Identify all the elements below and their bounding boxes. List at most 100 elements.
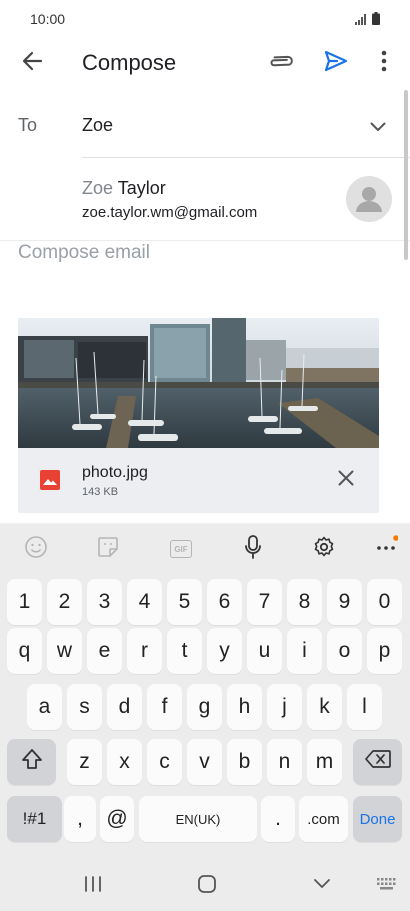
key[interactable]: d — [107, 684, 142, 730]
key[interactable]: 4 — [127, 579, 162, 625]
attachment-file-name: photo.jpg — [82, 464, 148, 481]
key[interactable]: 3 — [87, 579, 122, 625]
status-bar: 10:00 — [0, 0, 410, 38]
suggestion-name: Zoe Taylor — [82, 178, 166, 198]
key[interactable]: e — [87, 628, 122, 674]
key[interactable]: x — [107, 739, 142, 785]
key[interactable]: i — [287, 628, 322, 674]
home-button[interactable] — [192, 871, 222, 901]
key[interactable]: q — [7, 628, 42, 674]
recent-apps-icon — [83, 875, 103, 898]
space-key[interactable]: EN(UK) — [139, 796, 257, 842]
paperclip-icon — [269, 48, 295, 79]
key[interactable]: g — [187, 684, 222, 730]
key[interactable]: m — [307, 739, 342, 785]
backspace-key[interactable] — [353, 739, 402, 785]
key[interactable]: w — [47, 628, 82, 674]
backspace-icon — [364, 750, 391, 774]
key[interactable]: 2 — [47, 579, 82, 625]
to-label: To — [18, 115, 38, 135]
suggestion-email: zoe.taylor.wm@gmail.com — [82, 204, 258, 221]
key[interactable]: 1 — [7, 579, 42, 625]
settings-icon — [312, 535, 336, 564]
more-options-button[interactable] — [364, 38, 404, 88]
gif-icon: GIF — [170, 540, 192, 558]
key[interactable]: l — [347, 684, 382, 730]
status-time: 10:00 — [30, 11, 66, 27]
gif-label: GIF — [174, 544, 188, 554]
to-input[interactable]: Zoe — [82, 115, 113, 136]
key[interactable]: a — [27, 684, 62, 730]
signal-icon — [355, 12, 367, 30]
shift-key[interactable] — [7, 739, 56, 785]
keyboard: GIF 1 2 3 4 5 6 7 8 9 0 q w e r t y u i … — [0, 523, 410, 911]
key[interactable]: o — [327, 628, 362, 674]
comma-key[interactable]: , — [64, 796, 96, 842]
at-key[interactable]: @ — [100, 796, 134, 842]
divider — [82, 157, 410, 158]
key[interactable]: y — [207, 628, 242, 674]
navigation-bar — [0, 861, 410, 911]
key[interactable]: t — [167, 628, 202, 674]
key[interactable]: r — [127, 628, 162, 674]
shift-icon — [21, 748, 43, 776]
emoji-icon — [24, 535, 48, 564]
key[interactable]: z — [67, 739, 102, 785]
keyboard-toolbar: GIF — [0, 523, 410, 573]
send-icon — [323, 49, 349, 78]
key[interactable]: v — [187, 739, 222, 785]
recent-apps-button[interactable] — [78, 871, 108, 901]
chevron-down-icon — [370, 119, 386, 137]
attachment-preview-image — [18, 318, 379, 448]
close-icon — [338, 470, 354, 491]
key[interactable]: p — [367, 628, 402, 674]
sticker-button[interactable] — [94, 535, 122, 563]
keyboard-settings-button[interactable] — [310, 535, 338, 563]
period-key[interactable]: . — [261, 796, 295, 842]
key[interactable]: u — [247, 628, 282, 674]
key[interactable]: 6 — [207, 579, 242, 625]
back-button[interactable] — [12, 38, 52, 88]
keyboard-icon — [376, 877, 398, 896]
attachment-file-size: 143 KB — [82, 486, 119, 498]
attachment-card[interactable]: photo.jpg 143 KB — [18, 318, 379, 513]
key[interactable]: 7 — [247, 579, 282, 625]
key[interactable]: s — [67, 684, 102, 730]
emoji-button[interactable] — [22, 535, 50, 563]
key[interactable]: 5 — [167, 579, 202, 625]
expand-recipients-button[interactable] — [364, 114, 392, 142]
key[interactable]: f — [147, 684, 182, 730]
key[interactable]: 0 — [367, 579, 402, 625]
dotcom-key[interactable]: .com — [299, 796, 348, 842]
page-title: Compose — [82, 50, 177, 75]
key[interactable]: j — [267, 684, 302, 730]
key[interactable]: n — [267, 739, 302, 785]
scrollbar[interactable] — [404, 90, 408, 260]
key[interactable]: h — [227, 684, 262, 730]
key[interactable]: k — [307, 684, 342, 730]
keyboard-switch-button[interactable] — [372, 871, 402, 901]
image-file-icon — [40, 470, 60, 490]
keyboard-more-button[interactable] — [372, 534, 400, 564]
attach-button[interactable] — [262, 38, 302, 88]
chevron-down-icon — [313, 877, 331, 895]
voice-input-button[interactable] — [239, 534, 267, 563]
remove-attachment-button[interactable] — [332, 466, 360, 494]
back-nav-button[interactable] — [307, 871, 337, 901]
back-arrow-icon — [21, 50, 43, 77]
send-button[interactable] — [316, 38, 356, 88]
symbols-key[interactable]: !#1 — [7, 796, 62, 842]
key[interactable]: 8 — [287, 579, 322, 625]
battery-icon — [372, 12, 380, 30]
compose-body-input[interactable]: Compose email — [18, 242, 150, 264]
key[interactable]: c — [147, 739, 182, 785]
contact-suggestion[interactable]: Zoe Taylor zoe.taylor.wm@gmail.com — [0, 170, 410, 232]
gif-button[interactable]: GIF — [167, 535, 195, 563]
sticker-icon — [96, 535, 120, 564]
key[interactable]: b — [227, 739, 262, 785]
more-horiz-icon — [374, 534, 399, 564]
done-key[interactable]: Done — [353, 796, 402, 842]
more-vert-icon — [381, 50, 387, 77]
key[interactable]: 9 — [327, 579, 362, 625]
avatar — [346, 176, 392, 222]
